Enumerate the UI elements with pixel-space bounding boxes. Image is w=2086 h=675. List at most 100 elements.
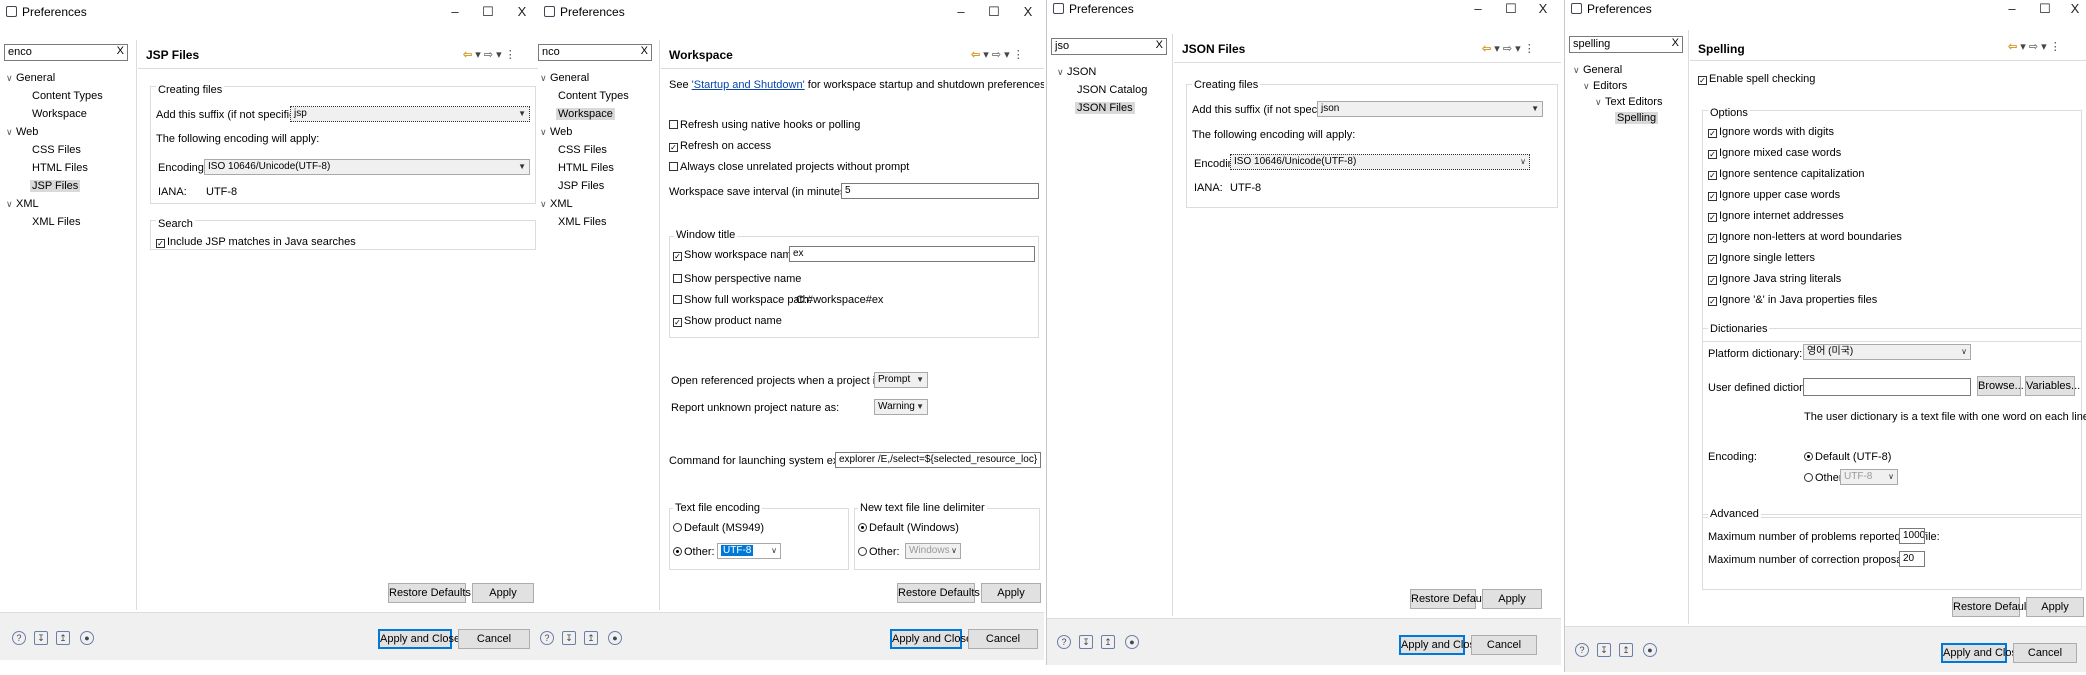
tree-item-workspace[interactable]: Workspace bbox=[32, 108, 87, 120]
apply-button[interactable]: Apply bbox=[472, 583, 534, 603]
explorer-command-input[interactable]: explorer /E,/select=${selected_resource_… bbox=[835, 452, 1041, 468]
tree-item-xml-files[interactable]: XML Files bbox=[32, 216, 81, 228]
forward-icon[interactable]: ⇨ bbox=[484, 49, 493, 61]
collapse-icon[interactable]: ∨ bbox=[6, 199, 16, 210]
maximize-button[interactable]: ☐ bbox=[1500, 0, 1522, 18]
tree-item-text-editors[interactable]: ∨ Text Editors bbox=[1595, 96, 1662, 108]
tree-item-json[interactable]: ∨ JSON bbox=[1057, 66, 1096, 78]
tree-item-xml[interactable]: ∨ XML bbox=[6, 198, 39, 210]
maximize-button[interactable]: ☐ bbox=[983, 3, 1005, 21]
import-icon[interactable]: ↧ bbox=[562, 631, 576, 645]
tree-item-css-files[interactable]: CSS Files bbox=[32, 144, 81, 156]
back-icon[interactable]: ⇦ bbox=[1482, 43, 1491, 55]
back-icon[interactable]: ⇦ bbox=[2008, 41, 2017, 53]
platform-dictionary-combo[interactable]: 영어 (미국) ∨ bbox=[1803, 344, 1971, 360]
browse-button[interactable]: Browse... bbox=[1977, 376, 2024, 396]
user-dictionary-input[interactable] bbox=[1803, 378, 1971, 396]
ignore-single-letters-checkbox[interactable]: ✓ Ignore single letters bbox=[1708, 252, 1815, 264]
cancel-button[interactable]: Cancel bbox=[968, 629, 1038, 649]
suffix-combo[interactable]: json ▼ bbox=[1317, 101, 1543, 117]
close-button[interactable]: X bbox=[1532, 0, 1554, 18]
startup-shutdown-link[interactable]: 'Startup and Shutdown' bbox=[692, 79, 805, 91]
import-icon[interactable]: ↧ bbox=[34, 631, 48, 645]
minimize-button[interactable]: – bbox=[444, 3, 466, 21]
refresh-native-checkbox[interactable]: Refresh using native hooks or polling bbox=[669, 119, 860, 131]
max-problems-input[interactable]: 1000 bbox=[1899, 528, 1925, 544]
collapse-icon[interactable]: ∨ bbox=[1595, 97, 1605, 108]
filter-input[interactable]: jso X bbox=[1051, 38, 1167, 55]
tree-item-workspace[interactable]: Workspace bbox=[556, 108, 615, 120]
encoding-other-radio[interactable]: Other: bbox=[673, 546, 715, 558]
forward-icon[interactable]: ⇨ bbox=[1503, 43, 1512, 55]
collapse-icon[interactable]: ∨ bbox=[1583, 81, 1593, 92]
close-button[interactable]: X bbox=[2064, 0, 2086, 18]
tree-item-json-catalog[interactable]: JSON Catalog bbox=[1077, 84, 1147, 96]
cancel-button[interactable]: Cancel bbox=[458, 629, 530, 649]
encoding-default-radio[interactable]: Default (MS949) bbox=[673, 522, 764, 534]
apply-button[interactable]: Apply bbox=[2026, 597, 2084, 617]
oomph-icon[interactable]: ● bbox=[80, 631, 94, 645]
back-icon[interactable]: ⇦ bbox=[463, 49, 472, 61]
export-icon[interactable]: ↥ bbox=[56, 631, 70, 645]
filter-input[interactable]: spelling X bbox=[1569, 36, 1683, 53]
tree-item-xml-files[interactable]: XML Files bbox=[558, 216, 607, 228]
restore-defaults-button[interactable]: Restore Defaults bbox=[1952, 597, 2035, 617]
export-icon[interactable]: ↥ bbox=[1619, 643, 1633, 657]
cancel-button[interactable]: Cancel bbox=[1471, 635, 1537, 655]
collapse-icon[interactable]: ∨ bbox=[540, 199, 550, 210]
apply-and-close-button[interactable]: Apply and Close bbox=[1941, 643, 2023, 663]
encoding-combo[interactable]: ISO 10646/Unicode(UTF-8) ▼ bbox=[204, 159, 530, 175]
open-referenced-combo[interactable]: Prompt ▼ bbox=[874, 372, 928, 388]
collapse-icon[interactable]: ∨ bbox=[6, 127, 16, 138]
export-icon[interactable]: ↥ bbox=[584, 631, 598, 645]
oomph-icon[interactable]: ● bbox=[1125, 635, 1139, 649]
tree-item-html-files[interactable]: HTML Files bbox=[32, 162, 88, 174]
cancel-button[interactable]: Cancel bbox=[2013, 643, 2077, 663]
delimiter-other-combo[interactable]: Windows ∨ bbox=[905, 543, 961, 559]
view-menu-icon[interactable]: ⋮ bbox=[2050, 41, 2061, 53]
view-menu-icon[interactable]: ⋮ bbox=[1013, 49, 1024, 61]
tree-item-jsp-files[interactable]: JSP Files bbox=[30, 180, 81, 192]
restore-defaults-button[interactable]: Restore Defaults bbox=[388, 583, 471, 603]
restore-defaults-button[interactable]: Restore Defaults bbox=[897, 583, 980, 603]
workspace-name-input[interactable]: ex bbox=[789, 246, 1035, 262]
ignore-non-letters-checkbox[interactable]: ✓ Ignore non-letters at word boundaries bbox=[1708, 231, 1902, 243]
ignore-upper-case-checkbox[interactable]: ✓ Ignore upper case words bbox=[1708, 189, 1840, 201]
oomph-icon[interactable]: ● bbox=[608, 631, 622, 645]
tree-item-xml[interactable]: ∨ XML bbox=[540, 198, 573, 210]
collapse-icon[interactable]: ∨ bbox=[540, 73, 550, 84]
max-corrections-input[interactable]: 20 bbox=[1899, 551, 1925, 567]
help-icon[interactable]: ? bbox=[1057, 635, 1071, 649]
ignore-ampersand-checkbox[interactable]: ✓ Ignore '&' in Java properties files bbox=[1708, 294, 1877, 306]
show-perspective-checkbox[interactable]: Show perspective name bbox=[673, 273, 801, 285]
forward-icon[interactable]: ⇨ bbox=[992, 49, 1001, 61]
spell-encoding-default-radio[interactable]: Default (UTF-8) bbox=[1804, 451, 1891, 463]
tree-item-general[interactable]: ∨ General bbox=[6, 72, 55, 84]
tree-item-content-types[interactable]: Content Types bbox=[32, 90, 103, 102]
view-menu-icon[interactable]: ⋮ bbox=[505, 49, 516, 61]
delimiter-default-radio[interactable]: Default (Windows) bbox=[858, 522, 959, 534]
apply-and-close-button[interactable]: Apply and Close bbox=[378, 629, 460, 649]
close-button[interactable]: X bbox=[511, 3, 533, 21]
import-icon[interactable]: ↧ bbox=[1079, 635, 1093, 649]
tree-item-general[interactable]: ∨ General bbox=[1573, 64, 1622, 76]
view-menu-icon[interactable]: ⋮ bbox=[1524, 43, 1535, 55]
close-unrelated-checkbox[interactable]: Always close unrelated projects without … bbox=[669, 161, 909, 173]
maximize-button[interactable]: ☐ bbox=[477, 3, 499, 21]
include-jsp-checkbox[interactable]: ✓ Include JSP matches in Java searches bbox=[156, 236, 356, 248]
tree-item-web[interactable]: ∨ Web bbox=[6, 126, 38, 138]
filter-input[interactable]: enco X bbox=[4, 44, 128, 61]
delimiter-other-radio[interactable]: Other: bbox=[858, 546, 900, 558]
apply-and-close-button[interactable]: Apply and Close bbox=[890, 629, 972, 649]
variables-button[interactable]: Variables... bbox=[2025, 376, 2080, 396]
help-icon[interactable]: ? bbox=[540, 631, 554, 645]
apply-button[interactable]: Apply bbox=[1482, 589, 1542, 609]
ignore-internet-addresses-checkbox[interactable]: ✓ Ignore internet addresses bbox=[1708, 210, 1844, 222]
help-icon[interactable]: ? bbox=[1575, 643, 1589, 657]
show-full-path-checkbox[interactable]: Show full workspace path: bbox=[673, 294, 812, 306]
enable-spell-checking-checkbox[interactable]: ✓ Enable spell checking bbox=[1698, 73, 1815, 85]
collapse-icon[interactable]: ∨ bbox=[1573, 65, 1583, 76]
tree-item-general[interactable]: ∨ General bbox=[540, 72, 589, 84]
tree-item-spelling[interactable]: Spelling bbox=[1615, 112, 1659, 124]
help-icon[interactable]: ? bbox=[12, 631, 26, 645]
